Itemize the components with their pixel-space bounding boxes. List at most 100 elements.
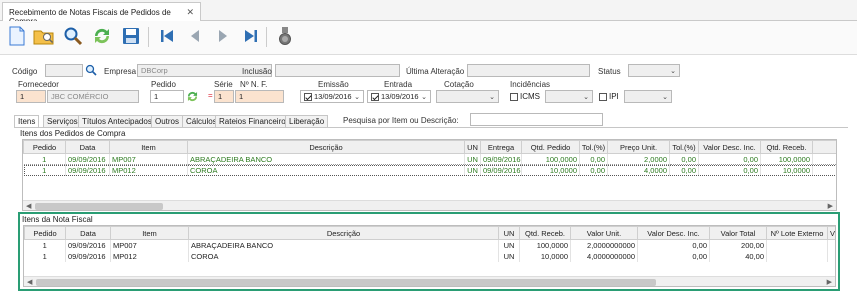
emissao-checkbox[interactable] <box>304 93 312 102</box>
search-input[interactable] <box>470 113 603 126</box>
col-header[interactable]: Qtd. Receb. <box>760 140 813 154</box>
nota-horizontal-scrollbar[interactable]: ◀ ▶ <box>24 276 835 286</box>
col-header[interactable]: Pedido <box>23 140 66 154</box>
table-row[interactable]: 1 09/09/2016 MP007 ABRAÇADEIRA BANCO UN … <box>24 239 835 251</box>
icms-checkbox-group[interactable]: ICMS <box>510 92 540 101</box>
ipi-checkbox-group[interactable]: IPI <box>599 92 619 101</box>
medal-icon[interactable] <box>274 25 296 47</box>
entrada-date-field[interactable]: 13/09/2016 ⌄ <box>367 90 431 103</box>
table-row[interactable]: 1 09/09/2016 MP012 COROA UN 09/09/2016 1… <box>23 164 836 176</box>
cell: ABRAÇADEIRA BANCO <box>188 239 499 251</box>
scroll-left-icon[interactable]: ◀ <box>26 202 31 210</box>
col-header[interactable]: UN <box>464 140 481 154</box>
tab-liberacao[interactable]: Liberação <box>285 115 329 127</box>
tab-titulos-antecipados[interactable]: Títulos Antecipados <box>78 115 156 127</box>
pedidos-horizontal-scrollbar[interactable]: ◀ ▶ <box>23 200 836 210</box>
col-header[interactable]: UN <box>498 226 520 240</box>
tab-servicos[interactable]: Serviços <box>43 115 82 127</box>
codigo-label: Código <box>12 67 38 76</box>
cell: 0,00 <box>698 164 761 176</box>
status-select[interactable]: ⌄ <box>628 64 680 77</box>
scroll-left-icon[interactable]: ◀ <box>27 278 32 286</box>
cell: 0,00 <box>637 250 710 262</box>
fornecedor-code-field[interactable]: 1 <box>16 90 46 103</box>
col-header[interactable]: Data <box>65 226 111 240</box>
scroll-thumb[interactable] <box>35 203 163 210</box>
col-header[interactable]: Tol.(%) <box>669 140 699 154</box>
ultima-alteracao-field[interactable] <box>467 64 590 77</box>
col-header[interactable]: Data <box>65 140 110 154</box>
entrada-label: Entrada <box>384 80 413 89</box>
save-icon[interactable] <box>120 25 142 47</box>
next-record-icon[interactable] <box>212 25 234 47</box>
refresh-icon[interactable] <box>91 25 113 47</box>
incidencias-label: Incidências <box>510 80 551 89</box>
col-header[interactable]: Valor Desc. Inc. <box>698 140 761 154</box>
emissao-date-field[interactable]: 13/09/2016 ⌄ <box>300 90 364 103</box>
scroll-thumb[interactable] <box>36 279 656 286</box>
entrada-date: 13/09/2016 <box>381 92 419 101</box>
col-header[interactable]: Descrição <box>188 226 499 240</box>
col-header[interactable]: V <box>827 226 835 240</box>
close-icon[interactable]: ✕ <box>186 7 194 18</box>
new-icon[interactable] <box>6 25 28 47</box>
inclusao-label: Inclusão <box>242 67 272 76</box>
serie-field[interactable]: 1 <box>214 90 234 103</box>
previous-record-icon[interactable] <box>184 25 206 47</box>
col-header[interactable]: Valor Total <box>709 226 767 240</box>
fornecedor-name-field[interactable]: JBC COMÉRCIO <box>47 90 139 103</box>
search-icon[interactable] <box>85 64 97 77</box>
col-header[interactable]: Qtd. Pedido <box>521 140 580 154</box>
ipi-checkbox[interactable] <box>599 92 607 101</box>
cell: 0,00 <box>579 164 608 176</box>
col-header[interactable]: Preço Unit. <box>607 140 670 154</box>
last-record-icon[interactable] <box>240 25 262 47</box>
icms-checkbox[interactable] <box>510 92 518 101</box>
document-tab-bar: Recebimento de Notas Fiscais de Pedidos … <box>0 0 857 26</box>
tab-rateios-financeiros[interactable]: Rateios Financeiros <box>215 115 294 127</box>
pedido-field[interactable]: 1 <box>150 90 184 103</box>
codigo-field[interactable] <box>45 64 83 77</box>
toolbar-separator <box>148 27 149 47</box>
icms-select[interactable]: ⌄ <box>545 90 593 103</box>
col-header[interactable]: Pedido <box>24 226 66 240</box>
cell: 09/09/2016 <box>65 164 110 176</box>
col-header[interactable]: Descrição <box>187 140 465 154</box>
col-header[interactable]: Entrega <box>480 140 522 154</box>
cell: 2,0000 <box>607 153 670 165</box>
nota-grid-title: Itens da Nota Fiscal <box>22 215 93 224</box>
table-row[interactable]: 1 09/09/2016 MP012 COROA UN 10,0000 4,00… <box>24 250 835 262</box>
entrada-checkbox[interactable] <box>371 93 379 102</box>
col-header[interactable]: Item <box>110 226 189 240</box>
tab-outros[interactable]: Outros <box>151 115 184 127</box>
tab-divider <box>14 127 848 128</box>
open-folder-icon[interactable] <box>33 25 55 47</box>
chevron-down-icon: ⌄ <box>670 68 676 75</box>
cell: 2,0000000000 <box>570 239 638 251</box>
cell <box>827 239 835 251</box>
refresh-icon[interactable] <box>186 90 200 103</box>
col-header[interactable]: Item <box>109 140 188 154</box>
first-record-icon[interactable] <box>156 25 178 47</box>
cell: UN <box>464 164 481 176</box>
col-header[interactable]: Valor Unit. <box>570 226 638 240</box>
ipi-select[interactable]: ⌄ <box>624 90 672 103</box>
scroll-right-icon[interactable]: ▶ <box>827 278 832 286</box>
col-header[interactable]: Tol.(%) <box>579 140 608 154</box>
scroll-right-icon[interactable]: ▶ <box>828 202 833 210</box>
table-row[interactable]: 1 09/09/2016 MP007 ABRAÇADEIRA BANCO UN … <box>23 153 836 165</box>
cotacao-select[interactable]: ⌄ <box>436 90 499 103</box>
col-header[interactable]: Valor Desc. Inc. <box>637 226 710 240</box>
nf-field[interactable]: 1 <box>235 90 284 103</box>
cell: MP012 <box>110 250 189 262</box>
cell: 09/09/2016 <box>65 153 110 165</box>
document-tab[interactable]: Recebimento de Notas Fiscais de Pedidos … <box>2 2 201 26</box>
nota-fiscal-panel: Itens da Nota Fiscal Pedido Data Item De… <box>18 212 840 291</box>
col-header[interactable]: Nº Lote Externo <box>766 226 828 240</box>
cell: 1 <box>23 153 66 165</box>
inclusao-field[interactable] <box>275 64 400 77</box>
col-header[interactable]: Qtd. Receb. <box>519 226 571 240</box>
search-icon[interactable] <box>62 25 84 47</box>
cell <box>766 250 828 262</box>
cell <box>812 153 836 165</box>
